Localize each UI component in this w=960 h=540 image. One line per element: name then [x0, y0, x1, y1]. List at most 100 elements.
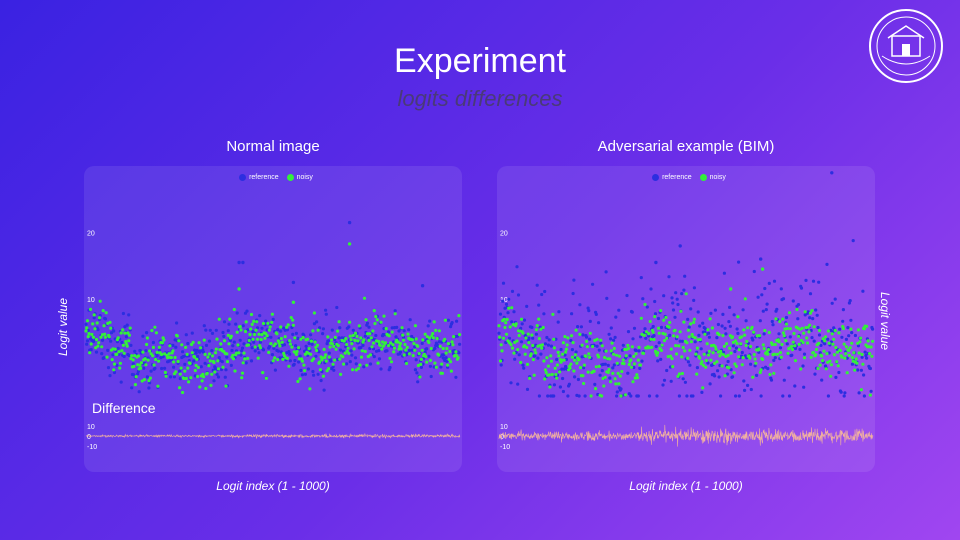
data-point	[157, 359, 161, 363]
data-point	[231, 353, 235, 357]
data-point	[384, 327, 388, 331]
data-point	[661, 383, 665, 387]
data-point	[413, 324, 417, 328]
data-point	[613, 377, 617, 381]
data-point	[584, 354, 588, 358]
outlier-point	[237, 287, 241, 291]
data-point	[361, 343, 365, 347]
data-point	[229, 363, 233, 367]
data-point	[171, 349, 175, 353]
data-point	[454, 350, 458, 354]
data-point	[837, 331, 841, 335]
data-point	[749, 362, 753, 366]
data-point	[379, 320, 383, 324]
data-point	[119, 380, 123, 384]
data-point	[537, 303, 541, 307]
data-point	[243, 357, 247, 361]
data-point	[154, 331, 158, 335]
data-point	[358, 363, 362, 367]
data-point	[345, 342, 349, 347]
data-point	[862, 373, 866, 377]
data-point	[163, 370, 167, 375]
data-point	[91, 322, 95, 326]
data-point	[197, 341, 201, 345]
data-point	[270, 353, 274, 357]
data-point	[191, 340, 195, 344]
data-point	[244, 320, 248, 324]
data-point	[779, 355, 783, 359]
data-point	[725, 342, 729, 346]
data-point	[185, 352, 189, 356]
data-point	[823, 342, 827, 346]
data-point	[603, 362, 607, 366]
data-point	[850, 362, 854, 366]
data-point	[522, 318, 527, 322]
data-point	[445, 346, 449, 351]
data-point	[526, 332, 530, 336]
data-point	[499, 363, 503, 367]
data-point	[202, 338, 206, 342]
data-point	[240, 371, 245, 375]
data-point	[866, 339, 870, 343]
data-point	[561, 376, 565, 381]
data-point	[706, 328, 710, 332]
data-point	[603, 355, 607, 360]
data-point	[432, 320, 436, 324]
data-point	[204, 386, 208, 391]
data-point	[214, 347, 218, 351]
data-point	[558, 370, 562, 374]
data-point	[363, 349, 367, 354]
data-point	[626, 343, 630, 347]
data-point	[337, 320, 341, 324]
data-point	[619, 387, 623, 391]
data-point	[536, 356, 540, 360]
data-point	[557, 354, 561, 358]
data-point	[667, 275, 671, 279]
data-point	[578, 303, 582, 307]
data-point	[792, 331, 796, 336]
data-point	[118, 361, 122, 365]
data-point	[715, 336, 719, 340]
data-point	[431, 336, 435, 340]
data-point	[645, 305, 649, 309]
y-axis-label-right: Logit value	[878, 291, 893, 351]
data-point	[629, 365, 634, 369]
data-point	[717, 375, 721, 379]
data-point	[331, 362, 335, 366]
data-point	[698, 324, 702, 328]
data-point	[144, 349, 148, 353]
data-point	[455, 319, 459, 323]
data-point	[309, 339, 313, 343]
data-point	[431, 331, 435, 336]
data-point	[265, 334, 269, 338]
data-point	[401, 338, 406, 342]
data-point	[125, 344, 129, 348]
data-point	[90, 332, 94, 337]
data-point	[729, 351, 733, 355]
data-point	[363, 334, 367, 338]
data-point	[704, 358, 708, 363]
data-point	[389, 360, 394, 364]
data-point	[669, 379, 673, 383]
data-point	[707, 331, 711, 335]
data-point	[102, 356, 106, 360]
data-point	[279, 329, 283, 333]
data-point	[627, 362, 631, 367]
data-point	[689, 307, 693, 311]
data-point	[781, 331, 786, 335]
data-point	[365, 321, 370, 325]
data-point	[368, 362, 373, 366]
data-point	[130, 386, 134, 390]
data-point	[395, 325, 399, 329]
data-point	[414, 337, 418, 341]
data-point	[778, 320, 782, 324]
data-point	[775, 352, 780, 356]
data-point	[353, 356, 358, 360]
data-point	[240, 349, 244, 353]
data-point	[424, 355, 428, 359]
data-point	[516, 293, 521, 297]
data-point	[732, 371, 736, 375]
data-point	[171, 343, 175, 347]
data-point	[675, 335, 679, 339]
data-point	[164, 374, 168, 378]
